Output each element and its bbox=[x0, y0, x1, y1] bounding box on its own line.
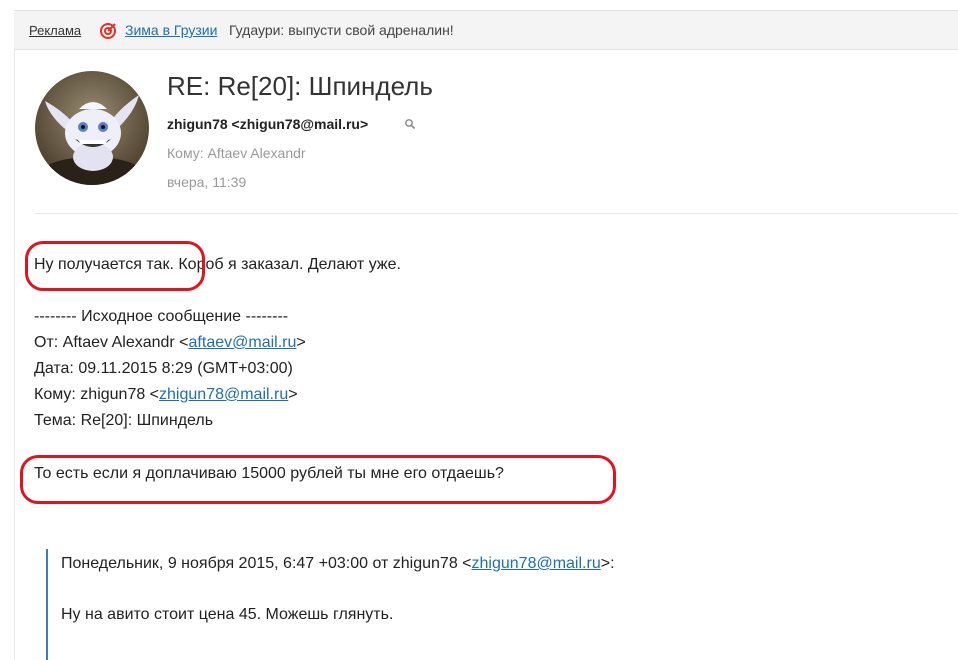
message-date: вчера, 11:39 bbox=[167, 174, 247, 190]
quote-header-line: Понедельник, 9 ноября 2015, 6:47 +03:00 … bbox=[61, 555, 615, 573]
original-to-prefix: Кому: zhigun78 < bbox=[34, 386, 160, 403]
sender-address[interactable]: zhigun78 <zhigun78@mail.ru> bbox=[167, 116, 368, 132]
original-message-header: -------- Исходное сообщение -------- bbox=[34, 308, 289, 325]
original-subject-line: Тема: Re[20]: Шпиндель bbox=[34, 412, 214, 429]
quote-bar bbox=[46, 549, 48, 660]
ad-bar: Реклама Зима в Грузии Гудаури: выпусти с… bbox=[14, 10, 958, 50]
target-icon bbox=[100, 23, 116, 39]
original-from-email-link[interactable]: aftaev@mail.ru bbox=[189, 334, 297, 351]
quote-header-prefix: Понедельник, 9 ноября 2015, 6:47 +03:00 … bbox=[61, 555, 472, 572]
original-to-email-link[interactable]: zhigun78@mail.ru bbox=[159, 386, 288, 403]
header-divider bbox=[35, 213, 958, 214]
original-from-suffix: > bbox=[296, 334, 306, 351]
search-icon[interactable] bbox=[404, 118, 416, 130]
red-annotation-circle bbox=[20, 455, 616, 504]
original-from-prefix: От: Aftaev Alexandr < bbox=[34, 334, 189, 351]
ad-label-link[interactable]: Реклама bbox=[29, 23, 81, 38]
quote-email-link[interactable]: zhigun78@mail.ru bbox=[472, 555, 601, 572]
original-to-suffix: > bbox=[288, 386, 298, 403]
ad-text: Гудаури: выпусти свой адреналин! bbox=[229, 22, 454, 38]
red-annotation-circle bbox=[25, 241, 205, 291]
recipient-line: Кому: Aftaev Alexandr bbox=[167, 145, 306, 161]
quote-text: Ну на авито стоит цена 45. Можешь глянут… bbox=[61, 606, 394, 623]
quote-header-suffix: >: bbox=[600, 555, 615, 572]
ad-link[interactable]: Зима в Грузии bbox=[125, 22, 217, 38]
left-border bbox=[14, 50, 15, 660]
original-to-line: Кому: zhigun78 <zhigun78@mail.ru> bbox=[34, 386, 298, 404]
message-subject: RE: Re[20]: Шпиндель bbox=[167, 71, 433, 101]
original-date-line: Дата: 09.11.2015 8:29 (GMT+03:00) bbox=[34, 360, 293, 377]
avatar[interactable] bbox=[35, 71, 149, 185]
creature-avatar-icon bbox=[35, 71, 149, 185]
original-from-line: От: Aftaev Alexandr <aftaev@mail.ru> bbox=[34, 334, 306, 352]
